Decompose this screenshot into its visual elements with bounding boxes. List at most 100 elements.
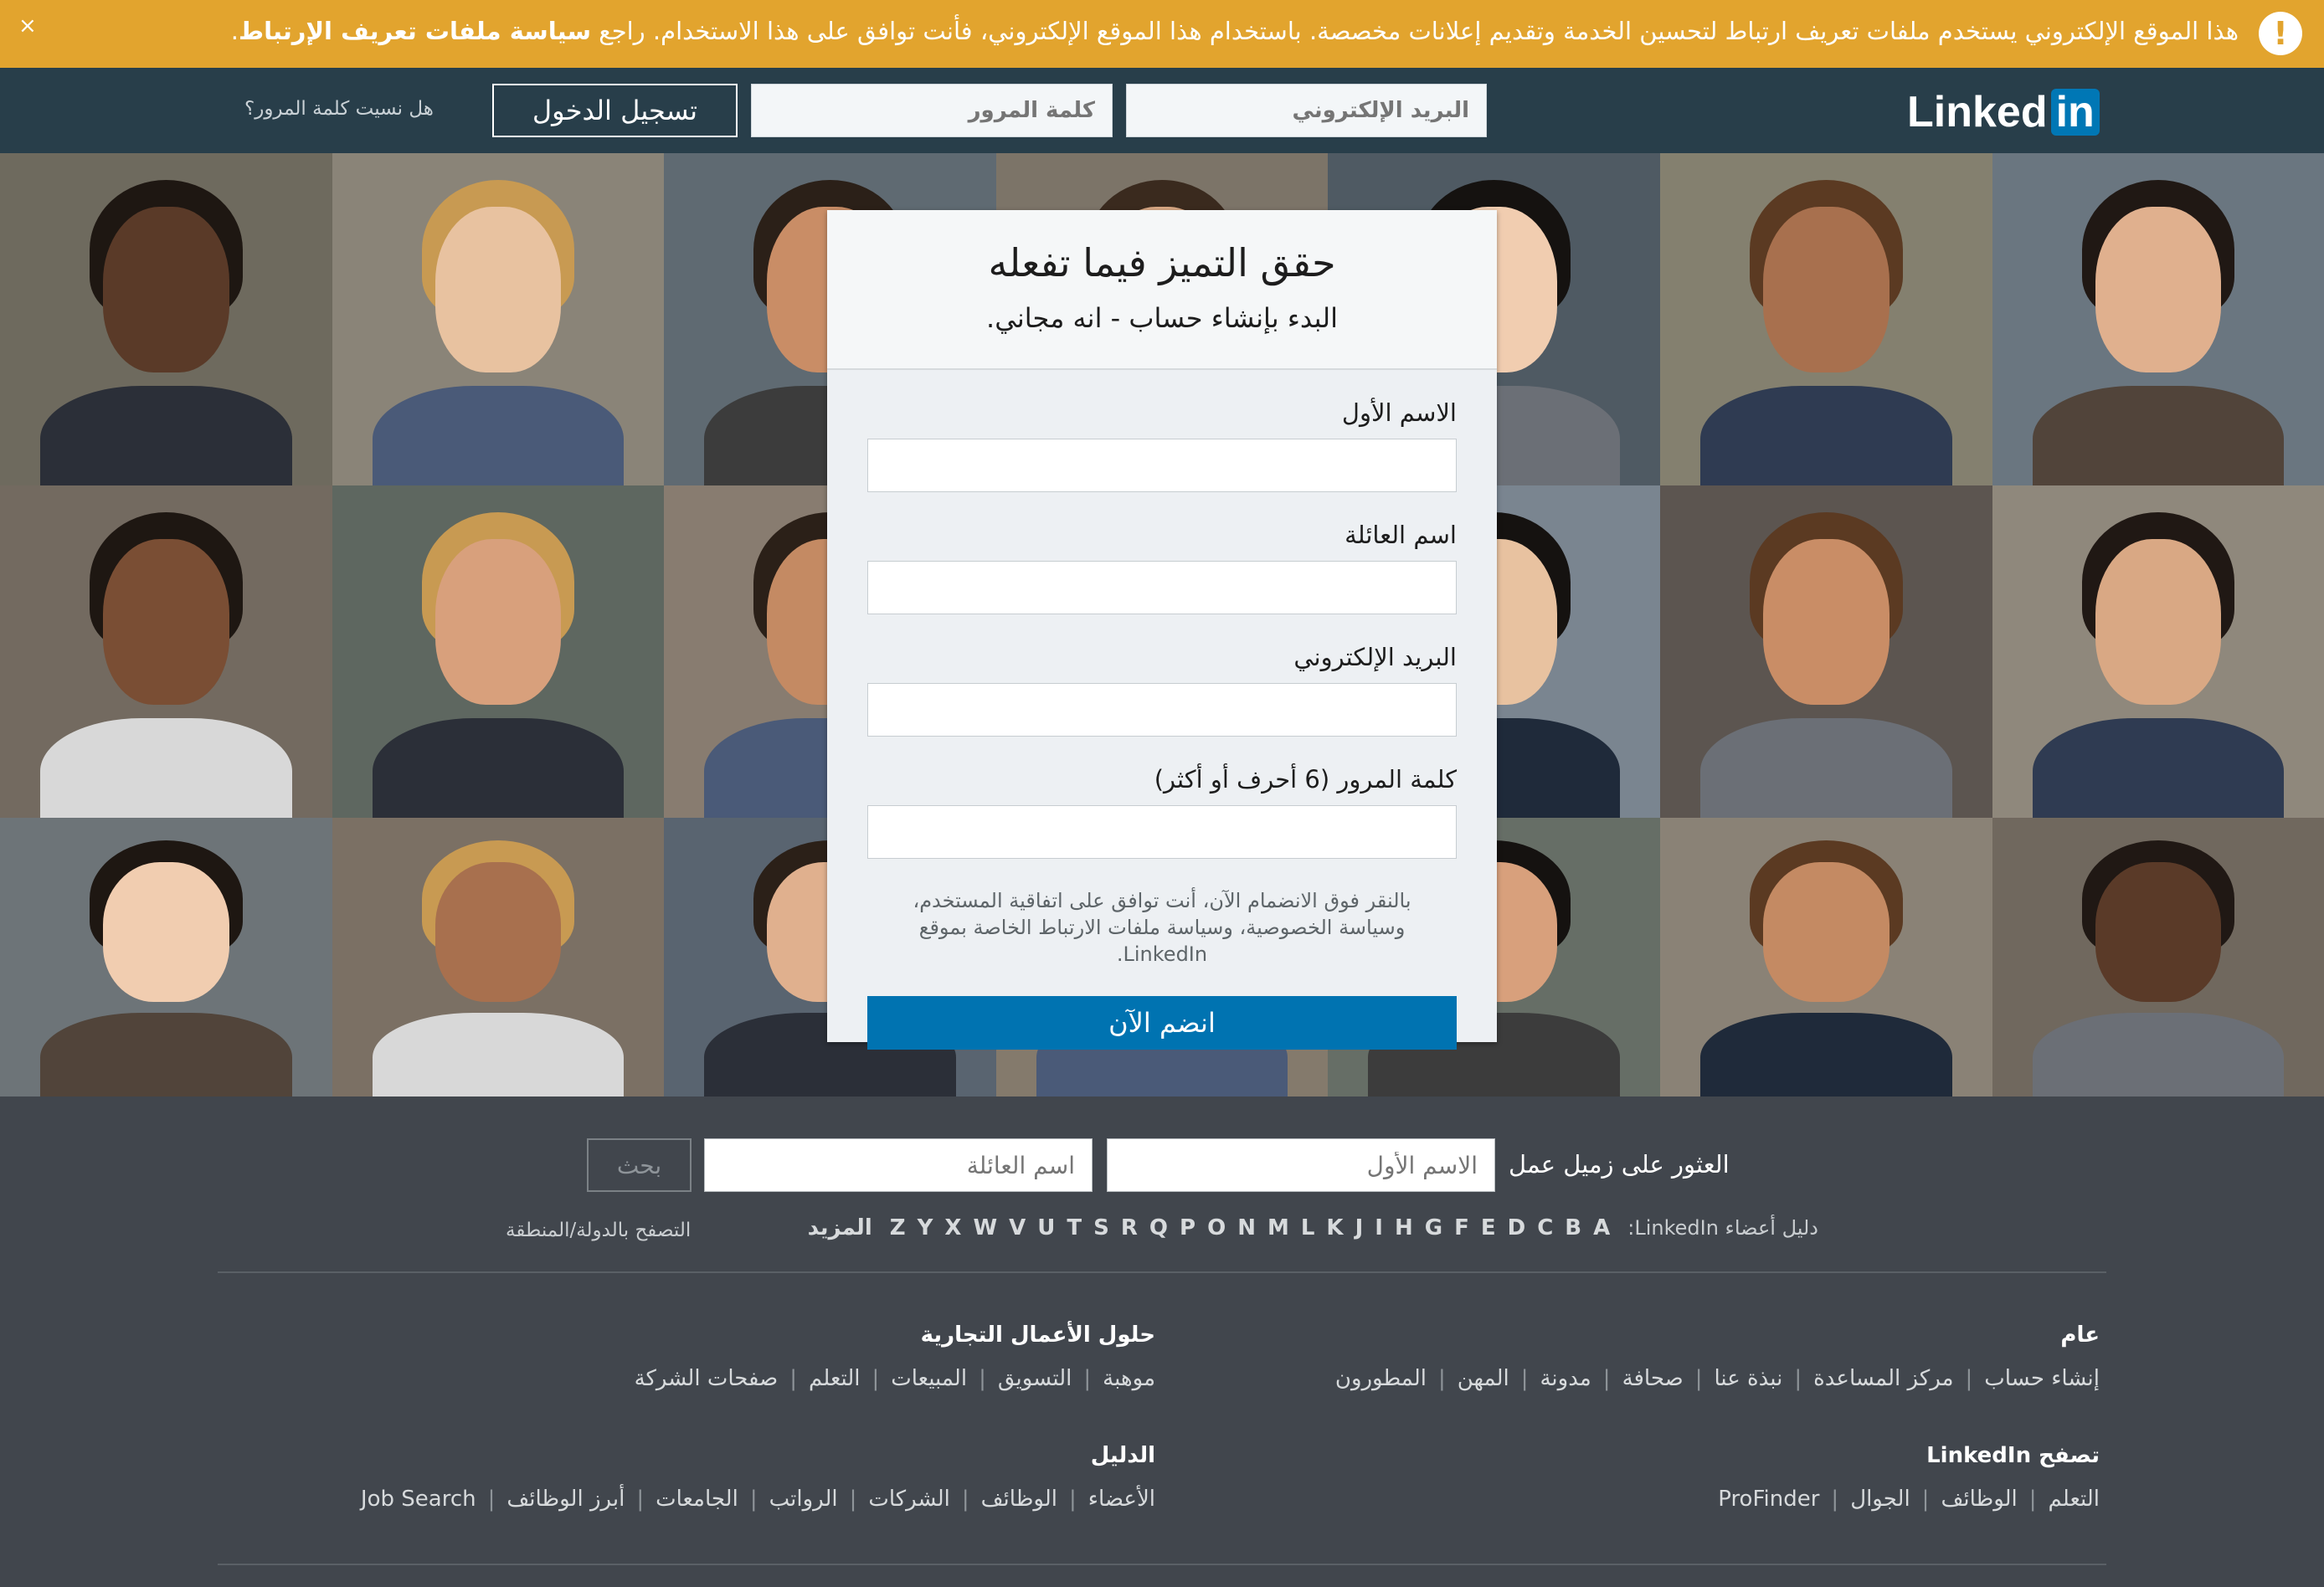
directory-letter-j[interactable]: J — [1355, 1215, 1364, 1240]
link-separator: | — [979, 1366, 986, 1391]
directory-more-link[interactable]: المزيد — [808, 1215, 872, 1240]
footer-link[interactable]: المهن — [1458, 1366, 1509, 1391]
signup-form: الاسم الأول اسم العائلة البريد الإلكترون… — [827, 398, 1497, 1050]
footer-browse: تصفح LinkedIn التعلم | الوظائف | الجوال | ProF… — [1718, 1443, 2100, 1512]
signin-button[interactable]: تسجيل الدخول — [492, 84, 738, 137]
link-separator: | — [1831, 1487, 1839, 1512]
directory-letter-o[interactable]: O — [1207, 1215, 1226, 1240]
directory-letter-z[interactable]: Z — [890, 1215, 906, 1240]
portrait-photo — [1992, 153, 2324, 485]
join-now-button[interactable]: انضم الآن — [867, 996, 1457, 1050]
directory-letter-k[interactable]: K — [1326, 1215, 1343, 1240]
footer-link[interactable]: التسويق — [998, 1366, 1072, 1391]
directory-letter-w[interactable]: W — [973, 1215, 997, 1240]
footer-link[interactable]: مدونة — [1540, 1366, 1591, 1391]
close-icon[interactable]: × — [18, 13, 37, 39]
footer-link[interactable]: الجوال — [1850, 1487, 1910, 1512]
first-name-field[interactable] — [867, 439, 1457, 492]
logo-text: Linked — [1907, 88, 2048, 136]
footer-link[interactable]: المطورون — [1335, 1366, 1427, 1391]
portrait-photo — [332, 485, 664, 818]
directory-letter-m[interactable]: M — [1267, 1215, 1289, 1240]
password-field[interactable] — [867, 805, 1457, 859]
footer-link[interactable]: الشركات — [868, 1487, 949, 1512]
footer-link[interactable]: ProFinder — [1718, 1487, 1819, 1512]
directory-letter-x[interactable]: X — [944, 1215, 961, 1240]
signup-card-header: حقق التميز فيما تفعله البدء بإنشاء حساب … — [827, 210, 1497, 370]
colleague-search-button[interactable]: بحث — [587, 1138, 692, 1192]
directory-letter-y[interactable]: Y — [918, 1215, 933, 1240]
colleague-last-name-field[interactable] — [704, 1138, 1093, 1192]
last-name-field[interactable] — [867, 561, 1457, 614]
directory-letter-r[interactable]: R — [1121, 1215, 1138, 1240]
directory-letter-f[interactable]: F — [1454, 1215, 1469, 1240]
directory-letter-e[interactable]: E — [1481, 1215, 1496, 1240]
footer-general: عام إنشاء حساب | مركز المساعدة | نبذة عنا | صح… — [1335, 1322, 2100, 1391]
link-separator: | — [849, 1487, 857, 1512]
footer-link[interactable]: نبذة عنا — [1714, 1366, 1782, 1391]
directory-letter-l[interactable]: L — [1301, 1215, 1315, 1240]
footer-general-title: عام — [2060, 1322, 2100, 1348]
forgot-password-link[interactable]: هل نسيت كلمة المرور؟ — [244, 98, 434, 120]
colleague-first-name-field[interactable] — [1107, 1138, 1495, 1192]
linkedin-logo[interactable]: Linked in — [1907, 88, 2100, 136]
footer-directories-title: الدليل — [1090, 1443, 1155, 1468]
directory-letter-u[interactable]: U — [1037, 1215, 1055, 1240]
directory-letter-p[interactable]: P — [1180, 1215, 1195, 1240]
directory-label: دليل أعضاء LinkedIn: — [1627, 1216, 1818, 1240]
directory-letters: ABCDEFGHIJKLMNOPQRSTUVWXYZ — [884, 1215, 1617, 1240]
footer-link[interactable]: الوظائف — [1941, 1487, 2017, 1512]
portrait-photo — [1660, 818, 1992, 1097]
cookie-message-text: هذا الموقع الإلكتروني يستخدم ملفات تعريف… — [591, 17, 2239, 45]
directory-letter-g[interactable]: G — [1425, 1215, 1442, 1240]
portrait-photo — [332, 818, 664, 1097]
browse-by-country-link[interactable]: التصفح بالدولة/المنطقة — [506, 1220, 691, 1241]
header-email-field[interactable] — [1126, 84, 1487, 137]
alert-icon: ! — [2259, 12, 2302, 55]
footer-link[interactable]: موهبة — [1103, 1366, 1155, 1391]
directory-letter-q[interactable]: Q — [1149, 1215, 1168, 1240]
footer-business: حلول الأعمال التجارية موهبة | التسويق | المب… — [635, 1322, 1155, 1391]
directory-letter-h[interactable]: H — [1395, 1215, 1413, 1240]
email-field[interactable] — [867, 683, 1457, 737]
link-separator: | — [1438, 1366, 1446, 1391]
footer-link[interactable]: صحافة — [1622, 1366, 1684, 1391]
top-header: Linkedin تسجيل الدخول هل نسيت كلمة المرو… — [0, 68, 2324, 153]
link-separator: | — [1068, 1487, 1077, 1512]
footer-link[interactable]: الأعضاء — [1088, 1487, 1155, 1512]
signup-headline: حقق التميز فيما تفعله — [988, 240, 1336, 285]
logo-in-box: in — [2050, 89, 2100, 136]
last-name-label: اسم العائلة — [1345, 521, 1457, 549]
directory-letter-n[interactable]: N — [1237, 1215, 1256, 1240]
footer-link[interactable]: الرواتب — [769, 1487, 838, 1512]
directory-letter-v[interactable]: V — [1009, 1215, 1026, 1240]
directory-letter-d[interactable]: D — [1508, 1215, 1526, 1240]
footer-directories: الدليل الأعضاء|الوظائف|الشركات|الرواتب|ا… — [361, 1443, 1155, 1512]
footer-link[interactable]: إنشاء حساب — [1984, 1366, 2100, 1391]
portrait-photo — [0, 818, 332, 1097]
footer-link[interactable]: Job Search — [361, 1487, 476, 1512]
link-separator: | — [1083, 1366, 1092, 1391]
footer-link[interactable]: الجامعات — [656, 1487, 738, 1512]
header-password-field[interactable] — [751, 84, 1113, 137]
directory-letter-s[interactable]: S — [1093, 1215, 1109, 1240]
directory-letter-i[interactable]: I — [1375, 1215, 1383, 1240]
footer-link[interactable]: المبيعات — [891, 1366, 967, 1391]
directory-letter-t[interactable]: T — [1067, 1215, 1082, 1240]
directory-letter-a[interactable]: A — [1593, 1215, 1610, 1240]
footer-link[interactable]: صفحات الشركة — [635, 1366, 779, 1391]
footer-link[interactable]: مركز المساعدة — [1813, 1366, 1953, 1391]
footer-link[interactable]: الوظائف — [981, 1487, 1057, 1512]
footer-link[interactable]: أبرز الوظائف — [506, 1487, 625, 1512]
footer-link[interactable]: التعلم — [2049, 1487, 2100, 1512]
portrait-photo — [1992, 818, 2324, 1097]
directory-letter-c[interactable]: C — [1537, 1215, 1553, 1240]
footer-link[interactable]: التعلم — [809, 1366, 860, 1391]
link-separator: | — [1602, 1366, 1611, 1391]
directory-letter-b[interactable]: B — [1565, 1215, 1581, 1240]
cookie-message-end: . — [230, 17, 239, 45]
password-label: كلمة المرور (6 أحرف أو أكثر) — [1154, 765, 1457, 794]
cookie-policy-link[interactable]: سياسة ملفات تعريف الإرتباط — [239, 17, 591, 45]
portrait-photo — [1660, 485, 1992, 818]
link-separator: | — [1921, 1487, 1930, 1512]
